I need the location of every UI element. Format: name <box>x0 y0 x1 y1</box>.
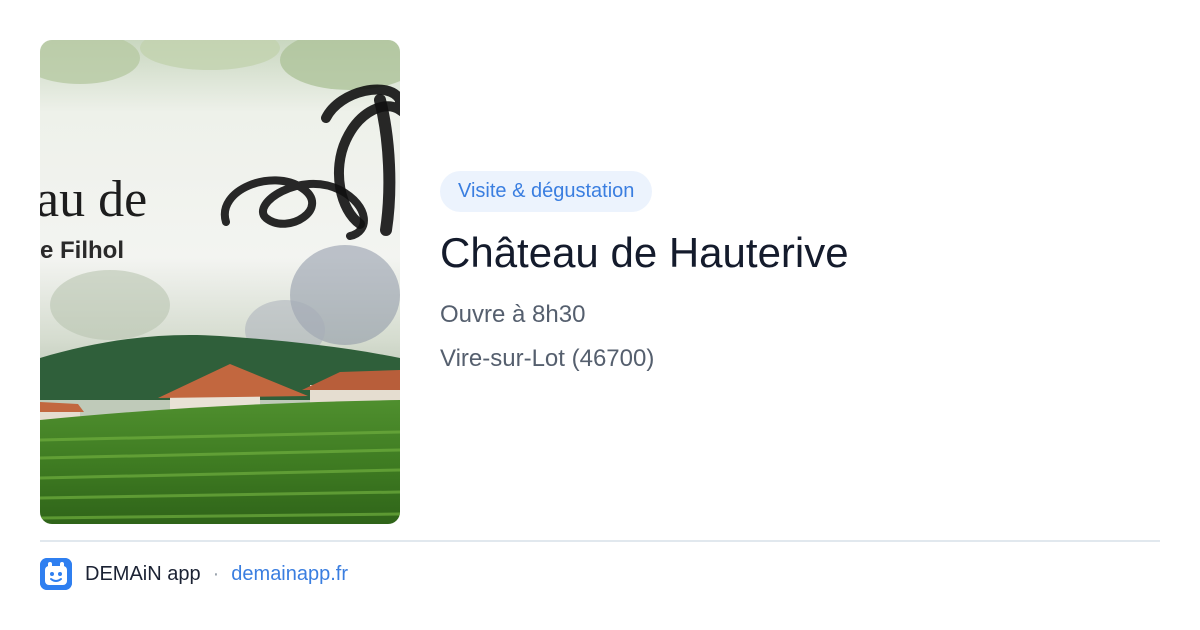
opening-hours: Ouvre à 8h30 <box>440 301 586 328</box>
link-preview-card[interactable]: au de e Filhol Visite & dégustation Chât… <box>0 0 1200 630</box>
venue-location: Vire-sur-Lot (46700) <box>440 345 655 372</box>
demain-app-icon <box>40 558 72 590</box>
venue-title[interactable]: Château de Hauterive <box>440 228 1160 278</box>
venue-photo: au de e Filhol <box>40 40 400 524</box>
app-url-link[interactable]: demainapp.fr <box>231 563 348 586</box>
footer: DEMAiN app · demainapp.fr <box>40 558 348 590</box>
category-tag: Visite & dégustation <box>440 171 653 212</box>
app-name: DEMAiN app <box>85 562 201 585</box>
footer-divider <box>40 540 1160 542</box>
photo-logo-subtitle: e Filhol <box>40 237 124 264</box>
photo-logo-text: au de <box>40 171 147 228</box>
venue-info: Visite & dégustation Château de Hauteriv… <box>440 171 1160 374</box>
footer-separator: · <box>212 562 220 585</box>
